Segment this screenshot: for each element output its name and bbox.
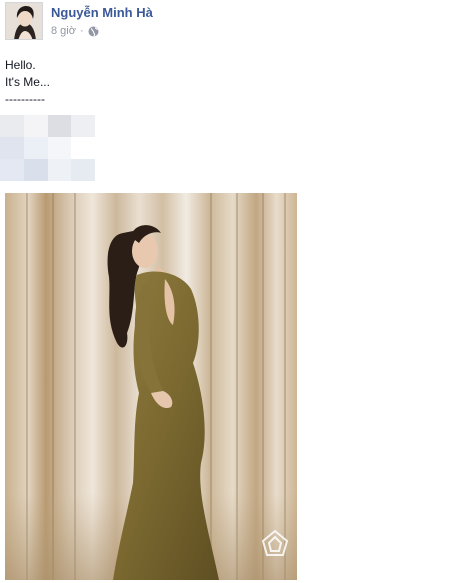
pixelated-redacted-content (0, 115, 95, 181)
post-photo[interactable] (5, 193, 297, 580)
globe-icon[interactable] (88, 26, 99, 37)
author-name-link[interactable]: Nguyễn Minh Hà (51, 5, 153, 20)
photo-image (5, 193, 297, 580)
facebook-post: Nguyễn Minh Hà 8 giờ · Hello. It's Me...… (0, 0, 450, 583)
post-timestamp[interactable]: 8 giờ (51, 25, 76, 37)
post-text-line: Hello. (5, 58, 36, 72)
avatar[interactable] (5, 2, 43, 40)
post-text-line: ---------- (5, 92, 45, 106)
meta-separator: · (79, 25, 84, 37)
post-text-line: It's Me... (5, 75, 50, 89)
post-meta: 8 giờ · (51, 25, 99, 37)
avatar-image (6, 3, 42, 39)
post-text: Hello. It's Me... ---------- (5, 57, 50, 108)
